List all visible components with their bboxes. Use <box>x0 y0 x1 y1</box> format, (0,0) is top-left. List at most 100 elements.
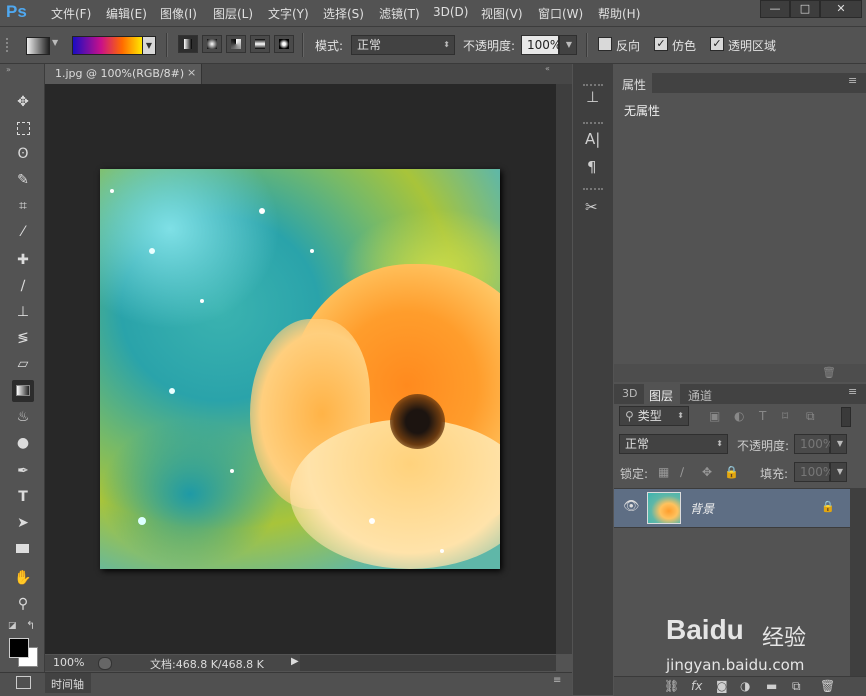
lock-pixels-icon[interactable]: ∕ <box>680 465 684 479</box>
layer-opacity-dropdown[interactable]: ▼ <box>830 434 847 454</box>
tab-channels[interactable]: 通道 <box>688 387 712 404</box>
tab-layers[interactable]: 图层 <box>644 384 680 404</box>
menu-help[interactable]: 帮助(H) <box>598 5 640 22</box>
trash-icon[interactable]: 🗑 <box>822 366 836 379</box>
clone-stamp-tool-icon[interactable]: ⊥ <box>12 301 34 323</box>
eye-icon[interactable]: 👁 <box>623 499 640 514</box>
menu-layer[interactable]: 图层(L) <box>213 5 253 22</box>
lasso-tool-icon[interactable]: ʘ <box>12 143 34 165</box>
horizontal-scrollbar[interactable] <box>300 655 556 671</box>
layer-blend-mode-select[interactable]: 正常 ⬍ <box>619 434 728 454</box>
dither-checkbox[interactable]: ✓ <box>654 37 668 51</box>
default-colors-icon[interactable]: ◪ <box>8 621 17 631</box>
gradient-dropdown-icon[interactable]: ▼ <box>142 36 156 55</box>
gradient-tool-icon[interactable] <box>12 380 34 402</box>
menu-image[interactable]: 图像(I) <box>160 5 197 22</box>
marquee-tool-icon[interactable] <box>12 117 34 139</box>
rectangle-tool-icon[interactable] <box>12 538 34 560</box>
panel-menu-icon[interactable]: ≡ <box>553 675 561 686</box>
collapsed-panels-strip: ⊥ A| ¶ ✂ <box>573 64 613 695</box>
layer-thumbnail <box>647 492 681 524</box>
canvas-area[interactable] <box>45 84 556 654</box>
eraser-tool-icon[interactable]: ▱ <box>12 353 34 375</box>
filter-smart-object-icon[interactable]: ⧉ <box>806 409 815 424</box>
zoom-level[interactable]: 100% <box>53 656 84 669</box>
status-menu-arrow-icon[interactable]: ▶ <box>291 656 299 667</box>
menu-file[interactable]: 文件(F) <box>51 5 91 22</box>
type-tool-icon[interactable]: T <box>12 486 34 508</box>
healing-brush-tool-icon[interactable]: ✚ <box>12 249 34 271</box>
layer-row-background[interactable]: 👁 背景 🔒 <box>614 488 850 528</box>
filter-pixel-icon[interactable]: ▣ <box>709 409 720 423</box>
path-selection-tool-icon[interactable]: ➤ <box>12 512 34 534</box>
crop-tool-icon[interactable]: ⌗ <box>12 195 34 217</box>
close-tab-icon[interactable]: × <box>187 66 196 79</box>
filter-type-icon[interactable]: T <box>759 409 766 423</box>
layer-name[interactable]: 背景 <box>690 500 714 517</box>
properties-tab[interactable]: 属性 <box>614 73 652 93</box>
clone-source-icon[interactable]: ⊥ <box>586 88 599 106</box>
zoom-tool-icon[interactable]: ⚲ <box>12 593 34 615</box>
linear-gradient-button[interactable] <box>178 35 198 53</box>
lock-all-icon[interactable]: 🔒 <box>724 465 739 479</box>
lock-transparent-icon[interactable]: ▦ <box>658 465 669 479</box>
reverse-checkbox[interactable] <box>598 37 612 51</box>
grip-handle[interactable] <box>6 38 12 52</box>
gradient-tool-preset-icon[interactable] <box>26 37 50 55</box>
layer-filter-select[interactable]: ⚲ 类型 ⬍ <box>619 406 689 426</box>
collapse-panel-icon[interactable]: « <box>545 64 550 73</box>
diamond-gradient-button[interactable] <box>274 35 294 53</box>
filter-shape-icon[interactable]: ⌑ <box>782 409 788 423</box>
quick-selection-tool-icon[interactable]: ✎ <box>12 169 34 191</box>
eyedropper-tool-icon[interactable]: ⁄ <box>12 221 34 243</box>
lock-position-icon[interactable]: ✥ <box>702 465 712 479</box>
transparency-checkbox[interactable]: ✓ <box>710 37 724 51</box>
blend-mode-select[interactable]: 正常 ⬍ <box>351 35 455 55</box>
fill-dropdown[interactable]: ▼ <box>830 462 847 482</box>
collapse-toolbar-icon[interactable]: » <box>6 65 11 74</box>
chevron-down-icon[interactable]: ▼ <box>52 38 58 47</box>
status-info-icon[interactable] <box>98 657 112 670</box>
properties-footer: 🗑 <box>614 364 866 382</box>
pen-tool-icon[interactable]: ✒ <box>12 460 34 482</box>
maximize-button[interactable]: □ <box>790 0 820 18</box>
brush-tool-icon[interactable]: ∕ <box>12 275 34 297</box>
menu-window[interactable]: 窗口(W) <box>538 5 583 22</box>
close-window-button[interactable]: ✕ <box>820 0 862 18</box>
history-brush-tool-icon[interactable]: ≶ <box>12 327 34 349</box>
tab-3d[interactable]: 3D <box>622 387 637 400</box>
menu-view[interactable]: 视图(V) <box>481 5 523 22</box>
radial-gradient-button[interactable] <box>202 35 222 53</box>
swap-colors-icon[interactable]: ↰ <box>26 619 35 632</box>
vertical-scrollbar[interactable] <box>556 84 572 654</box>
gradient-picker[interactable] <box>72 36 144 55</box>
fill-input[interactable]: 100% <box>794 462 834 482</box>
layer-opacity-input[interactable]: 100% <box>794 434 834 454</box>
opacity-input[interactable]: 100% <box>521 35 561 55</box>
menu-type[interactable]: 文字(Y) <box>268 5 309 22</box>
filter-toggle[interactable] <box>841 407 851 427</box>
reflected-gradient-button[interactable] <box>250 35 270 53</box>
menu-3d[interactable]: 3D(D) <box>433 5 468 19</box>
move-tool-icon[interactable]: ✥ <box>12 91 34 113</box>
layer-filter-value: 类型 <box>637 409 662 423</box>
timeline-tab[interactable]: 时间轴 <box>45 673 91 693</box>
document-tab[interactable]: 1.jpg @ 100%(RGB/8#) × <box>45 64 202 84</box>
character-panel-icon[interactable]: A| <box>585 130 600 148</box>
panel-menu-icon[interactable]: ≡ <box>848 385 857 398</box>
menu-filter[interactable]: 滤镜(T) <box>379 5 420 22</box>
screen-mode-icon[interactable] <box>16 676 31 689</box>
angle-gradient-button[interactable] <box>226 35 246 53</box>
paragraph-panel-icon[interactable]: ¶ <box>587 158 597 176</box>
foreground-color-swatch[interactable] <box>9 638 29 658</box>
blur-tool-icon[interactable]: ♨ <box>12 406 34 428</box>
minimize-button[interactable]: — <box>760 0 790 18</box>
hand-tool-icon[interactable]: ✋ <box>12 567 34 589</box>
opacity-dropdown-button[interactable]: ▼ <box>559 35 577 55</box>
menu-select[interactable]: 选择(S) <box>323 5 364 22</box>
tool-presets-icon[interactable]: ✂ <box>585 198 598 216</box>
panel-menu-icon[interactable]: ≡ <box>848 74 857 87</box>
menu-edit[interactable]: 编辑(E) <box>106 5 147 22</box>
filter-adjustment-icon[interactable]: ◐ <box>734 409 744 423</box>
dodge-tool-icon[interactable]: ● <box>12 432 34 454</box>
